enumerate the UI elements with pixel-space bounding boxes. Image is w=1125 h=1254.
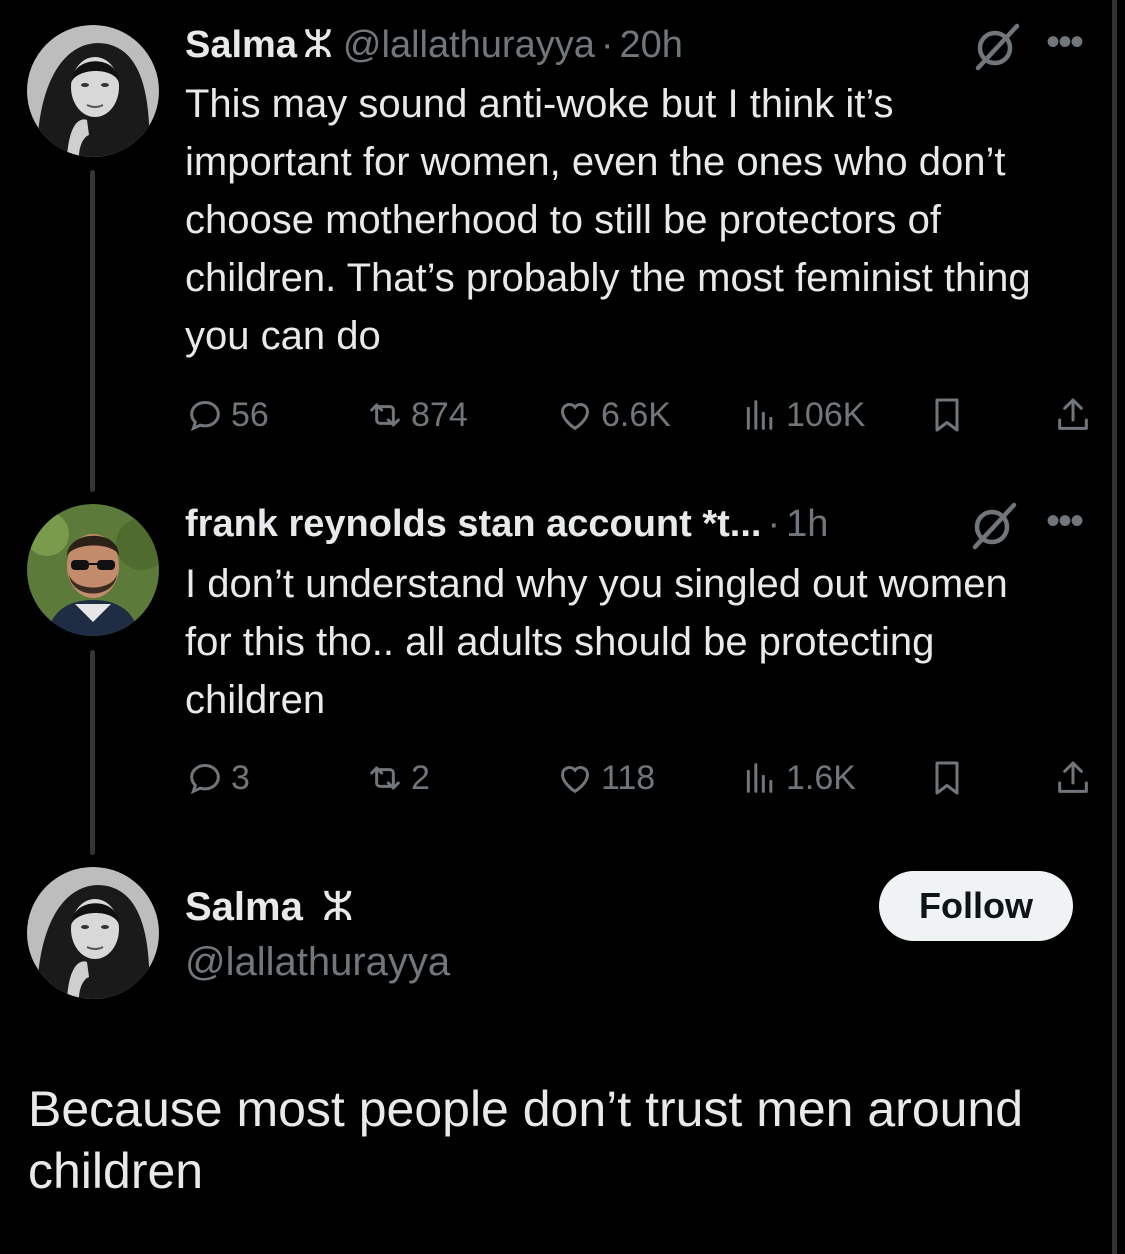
- tweet1-author-handle[interactable]: @lallathurayya: [343, 22, 595, 68]
- views-icon: [746, 400, 773, 430]
- tweet2-actions: 3 2 118 1.6K: [185, 755, 1095, 801]
- tweet1-author-name[interactable]: Salma: [185, 22, 297, 68]
- grok-icon[interactable]: [973, 22, 1023, 77]
- views-button[interactable]: 1.6K: [740, 755, 856, 801]
- tweet2-timestamp[interactable]: 1h: [786, 501, 828, 547]
- thread-connector: [90, 170, 95, 492]
- reply-icon: [190, 400, 220, 432]
- tweet2-author-name[interactable]: frank reynolds stan account *t...: [185, 501, 761, 547]
- more-icon[interactable]: •••: [1046, 22, 1084, 62]
- repost-button[interactable]: 874: [365, 392, 468, 438]
- tweet2-separator: ·: [767, 503, 781, 545]
- avatar-salma[interactable]: [27, 25, 159, 157]
- tweet1-text: This may sound anti-woke but I think it’…: [185, 82, 1031, 358]
- reply-button[interactable]: 56: [185, 392, 269, 438]
- share-icon: [1058, 398, 1088, 430]
- main-name-emoji: ⵣ: [321, 885, 354, 929]
- like-icon: [561, 403, 589, 431]
- tweet2-text: I don’t understand why you singled out w…: [185, 562, 1008, 722]
- views-button[interactable]: 106K: [740, 392, 865, 438]
- bookmark-button[interactable]: [927, 392, 973, 438]
- tweet1-separator: ·: [600, 24, 614, 66]
- main-author-name-text: Salma: [185, 885, 303, 929]
- tweet2-header: frank reynolds stan account *t... · 1h: [185, 501, 828, 547]
- tweet1-actions: 56 874 6.6K 106K: [185, 392, 1095, 438]
- main-author-name[interactable]: Salma ⵣ: [185, 882, 364, 932]
- tweet1-header: Salma ⵣ @lallathurayya · 20h: [185, 22, 683, 68]
- reply-count: 56: [231, 395, 269, 434]
- avatar-image: [27, 504, 159, 636]
- share-icon: [1058, 761, 1088, 793]
- reply-icon: [190, 763, 220, 795]
- repost-count: 874: [411, 395, 468, 434]
- bookmark-icon: [935, 761, 959, 795]
- views-count: 106K: [786, 395, 866, 434]
- share-button[interactable]: [1053, 392, 1099, 438]
- bookmark-button[interactable]: [927, 755, 973, 801]
- tweet1-timestamp[interactable]: 20h: [620, 22, 683, 68]
- avatar-salma[interactable]: [27, 867, 159, 999]
- repost-icon: [370, 403, 400, 427]
- like-count: 118: [601, 758, 656, 797]
- repost-icon: [370, 766, 400, 790]
- follow-button[interactable]: Follow: [879, 871, 1073, 941]
- share-button[interactable]: [1053, 755, 1099, 801]
- views-icon: [746, 763, 773, 793]
- avatar-image: [27, 867, 159, 999]
- thread-view: Salma ⵣ @lallathurayya · 20h ••• This ma…: [0, 0, 1125, 1254]
- avatar-frank[interactable]: [27, 504, 159, 636]
- bookmark-icon: [935, 398, 959, 432]
- like-button[interactable]: 6.6K: [555, 392, 671, 438]
- like-count: 6.6K: [601, 395, 671, 434]
- repost-count: 2: [411, 758, 430, 797]
- reply-count: 3: [231, 758, 250, 797]
- like-icon: [561, 766, 589, 794]
- grok-icon[interactable]: [970, 501, 1020, 556]
- thread-connector: [90, 650, 95, 855]
- like-button[interactable]: 118: [555, 755, 655, 801]
- tweet1-name-emoji: ⵣ: [302, 24, 333, 66]
- repost-button[interactable]: 2: [365, 755, 430, 801]
- more-icon[interactable]: •••: [1046, 501, 1084, 541]
- main-tweet-text: Because most people don’t trust men arou…: [28, 1081, 1024, 1199]
- reply-button[interactable]: 3: [185, 755, 250, 801]
- views-count: 1.6K: [786, 758, 856, 797]
- scrollbar[interactable]: [1112, 0, 1117, 1254]
- avatar-image: [27, 25, 159, 157]
- main-author-handle[interactable]: @lallathurayya: [185, 937, 450, 987]
